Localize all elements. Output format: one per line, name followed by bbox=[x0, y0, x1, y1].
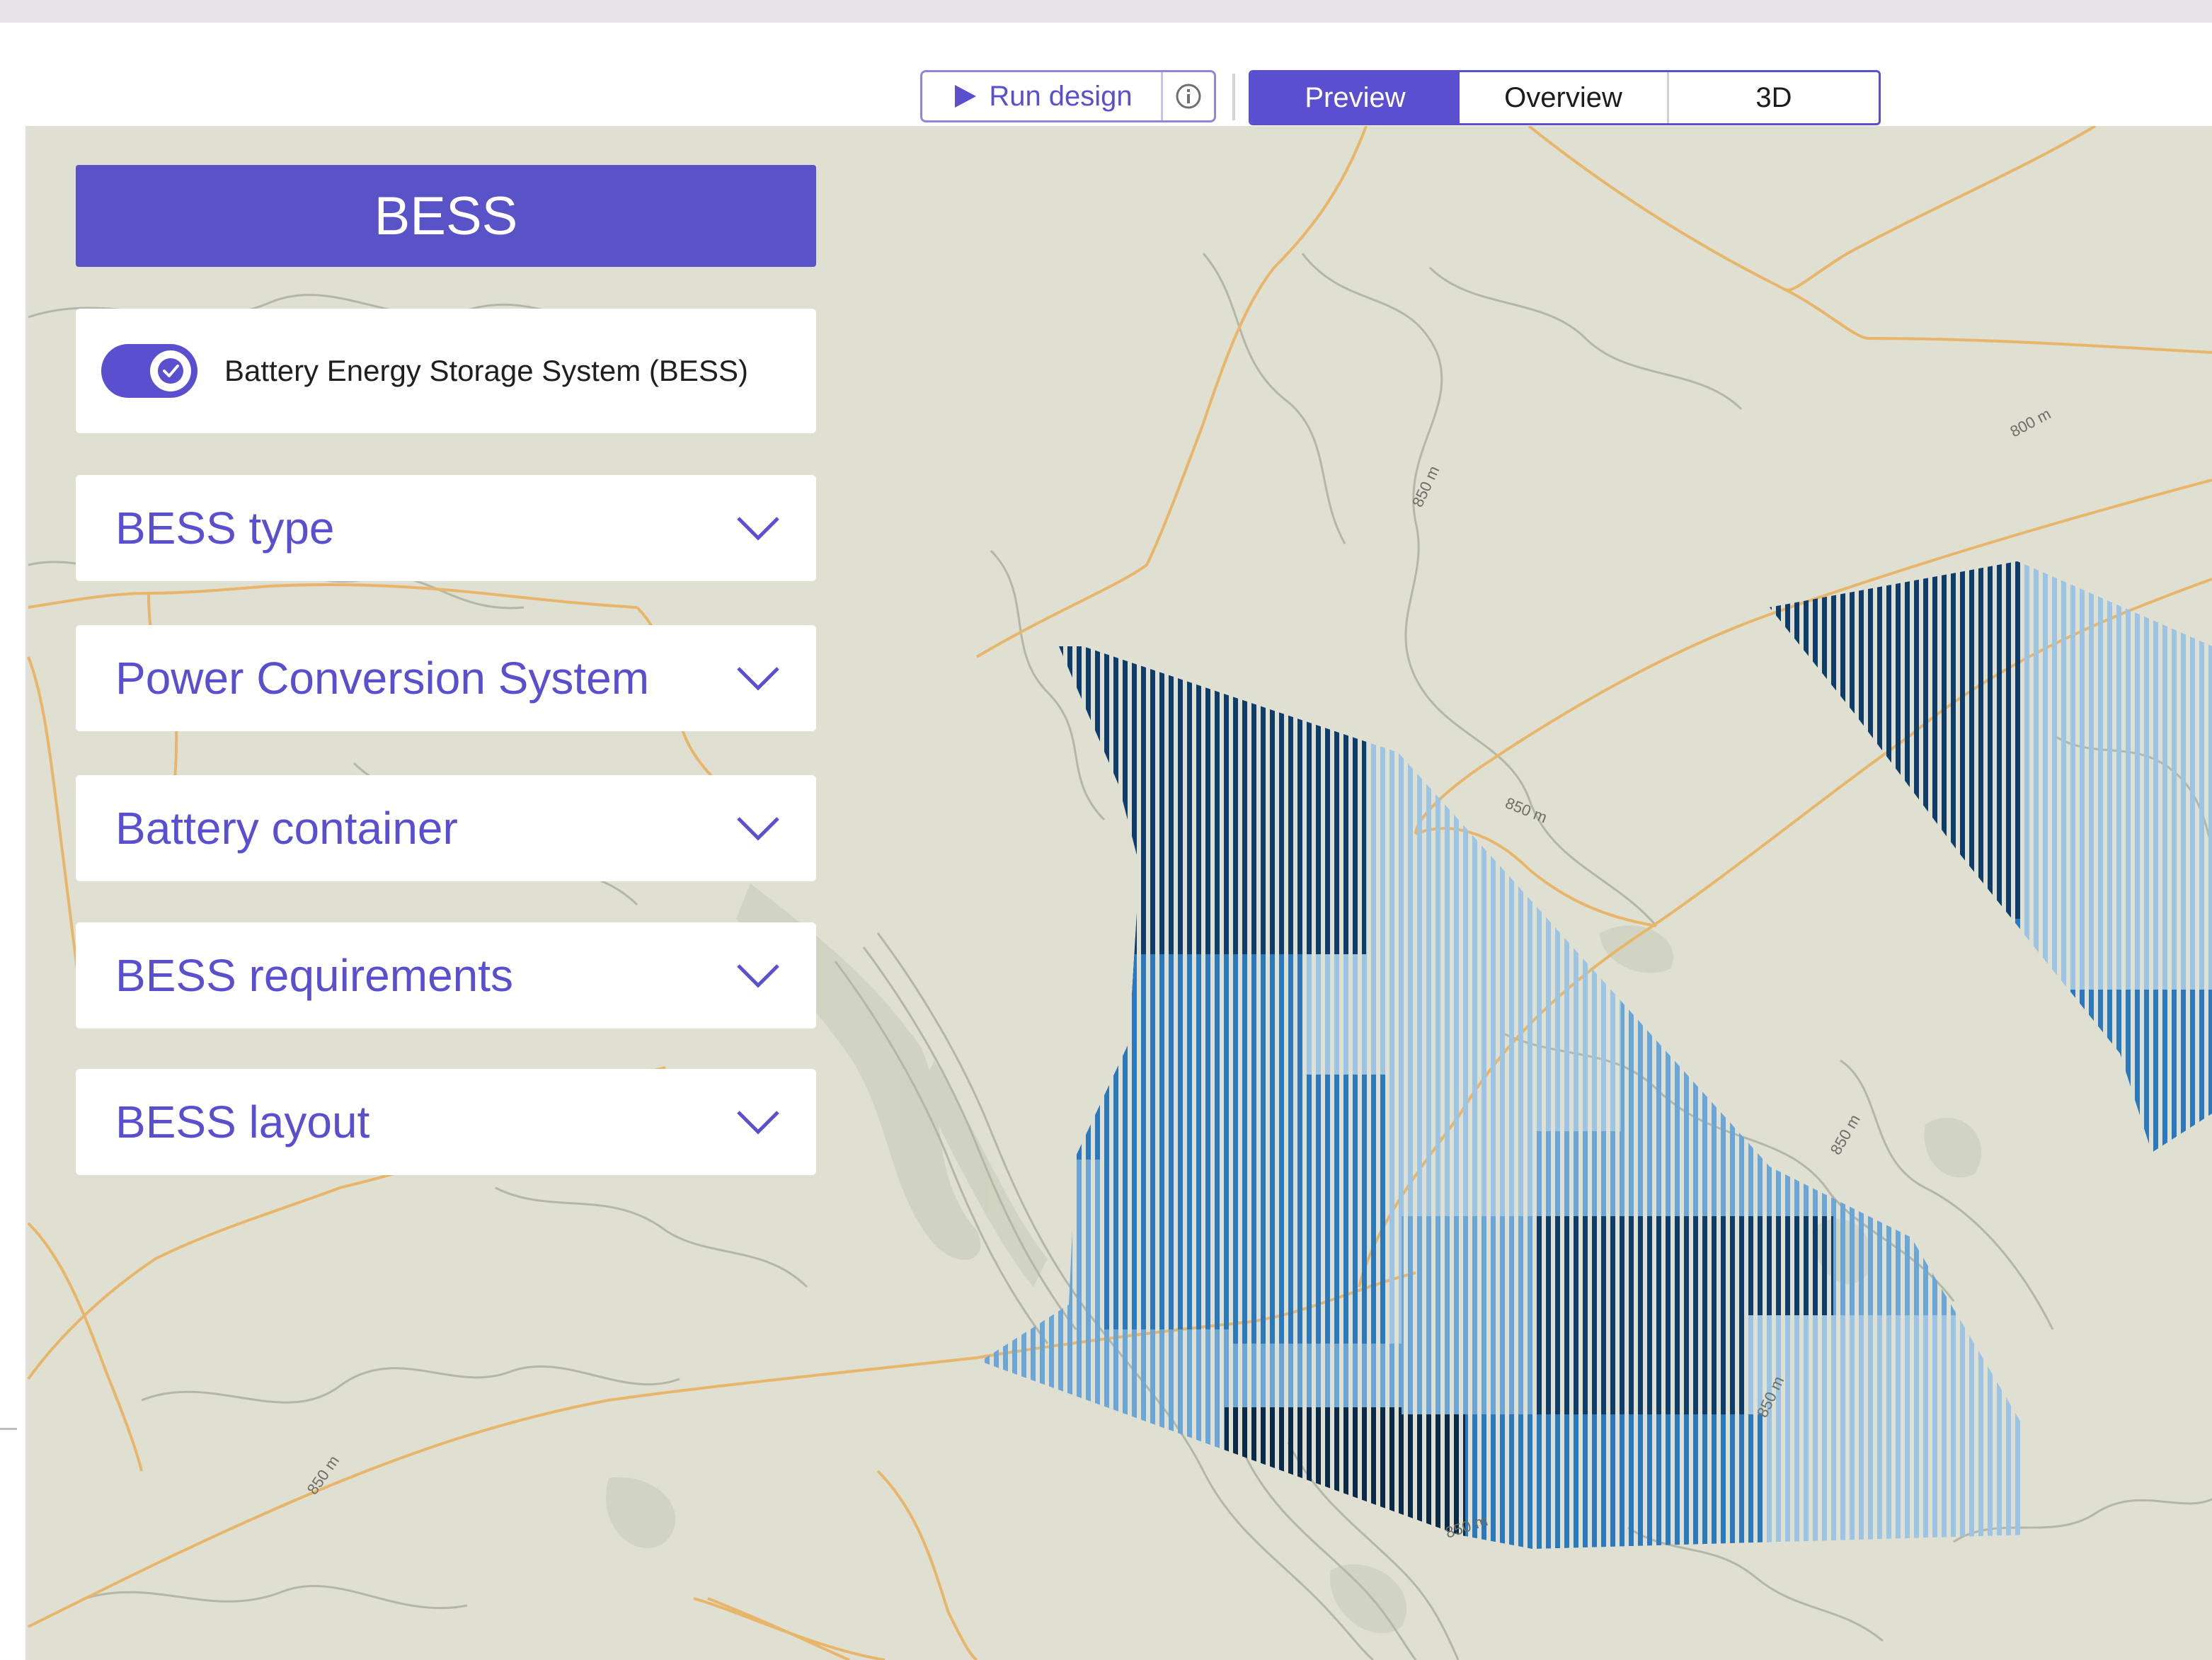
accordion-bess-requirements[interactable]: BESS requirements bbox=[76, 922, 816, 1029]
run-design-label: Run design bbox=[989, 80, 1133, 112]
tab-overview[interactable]: Overview bbox=[1460, 72, 1669, 123]
run-design-button[interactable]: Run design bbox=[922, 72, 1163, 120]
play-icon bbox=[955, 85, 977, 108]
chevron-down-icon bbox=[737, 964, 779, 988]
accordion-battery-container[interactable]: Battery container bbox=[76, 775, 816, 881]
chevron-down-icon bbox=[737, 517, 779, 541]
contour-label: 800 m bbox=[2007, 405, 2054, 441]
run-design-group: Run design bbox=[920, 70, 1216, 122]
bess-layout-area-b bbox=[1770, 561, 2212, 1152]
info-button[interactable] bbox=[1163, 72, 1214, 120]
accordion-power-conversion-system[interactable]: Power Conversion System bbox=[76, 625, 816, 731]
chevron-down-icon bbox=[737, 817, 779, 841]
info-icon bbox=[1176, 84, 1201, 109]
bess-layout-area-a bbox=[980, 646, 2024, 1549]
accordion-label: Battery container bbox=[115, 803, 458, 854]
accordion-label: Power Conversion System bbox=[115, 653, 650, 704]
bess-toggle-label: Battery Energy Storage System (BESS) bbox=[224, 354, 748, 387]
checkmark-icon bbox=[158, 358, 183, 384]
view-mode-switch: Preview Overview 3D bbox=[1249, 70, 1881, 125]
accordion-bess-type[interactable]: BESS type bbox=[76, 475, 816, 581]
left-edge-tick bbox=[0, 1428, 17, 1430]
contour-label: 850 m bbox=[1827, 1111, 1864, 1157]
contour-label: 850 m bbox=[304, 1452, 343, 1497]
tab-preview[interactable]: Preview bbox=[1251, 72, 1460, 123]
bess-toggle-card: Battery Energy Storage System (BESS) bbox=[76, 309, 816, 433]
top-toolbar: Run design Preview Overview 3D bbox=[0, 23, 2212, 128]
window-top-strip bbox=[0, 0, 2212, 23]
toolbar-separator bbox=[1232, 74, 1235, 120]
accordion-bess-layout[interactable]: BESS layout bbox=[76, 1069, 816, 1175]
map-view[interactable]: 850 m 800 m 850 m 850 m 850 m 850 m 850 … bbox=[0, 126, 2212, 1660]
accordion-label: BESS requirements bbox=[115, 950, 514, 1001]
accordion-label: BESS type bbox=[115, 503, 335, 554]
tab-3d[interactable]: 3D bbox=[1669, 72, 1879, 123]
bess-panel-title: BESS bbox=[76, 165, 816, 267]
chevron-down-icon bbox=[737, 667, 779, 691]
contour-label: 850 m bbox=[1503, 794, 1549, 826]
bess-enable-toggle[interactable] bbox=[101, 344, 197, 398]
toggle-knob bbox=[150, 350, 191, 391]
chevron-down-icon bbox=[737, 1111, 779, 1135]
accordion-label: BESS layout bbox=[115, 1097, 370, 1147]
